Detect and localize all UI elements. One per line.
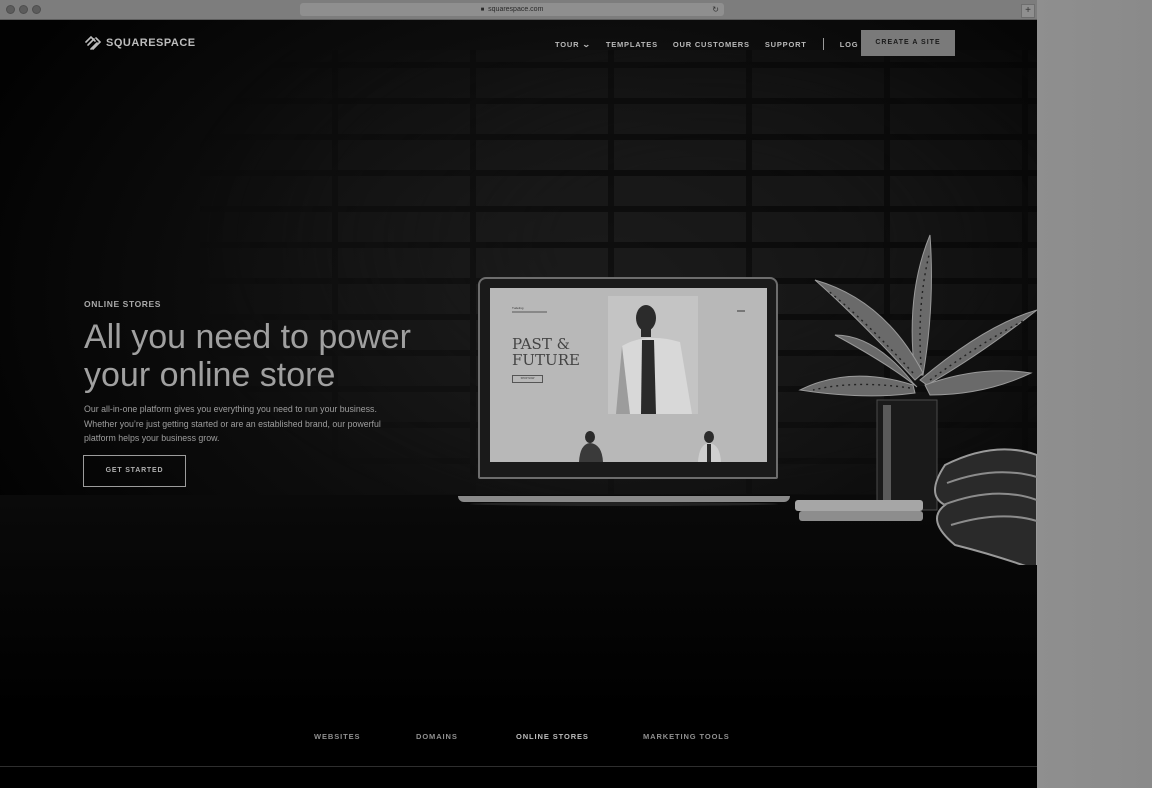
screen-nav [512,311,547,313]
close-window-icon[interactable] [6,5,15,14]
subnav-marketing-tools[interactable]: MARKETING TOOLS [643,732,730,741]
plant-decoration [795,234,1037,565]
hero-section: SQUARESPACE TOUR ⌄ TEMPLATES OUR CUSTOME… [0,20,1037,710]
nav-tour[interactable]: TOUR ⌄ [555,40,591,49]
laptop-shadow [470,502,778,506]
subnav-domains[interactable]: DOMAINS [416,732,458,741]
nav-our-customers[interactable]: OUR CUSTOMERS [673,40,750,49]
screen-headline-line2: FUTURE [512,351,580,369]
hero-eyebrow: ONLINE STORES [84,299,162,309]
minimize-window-icon[interactable] [19,5,28,14]
laptop-screen: Tudeling PAST & FUTURE SHOP NOW [490,288,767,462]
maximize-window-icon[interactable] [32,5,41,14]
screen-headline-line1: PAST & [512,335,570,353]
screen-brand: Tudeling [512,306,524,310]
nav-support[interactable]: SUPPORT [765,40,807,49]
main-nav: TOUR ⌄ TEMPLATES OUR CUSTOMERS SUPPORT L… [555,38,885,50]
product-subnav: WEBSITES DOMAINS ONLINE STORES MARKETING… [0,710,1037,788]
model-photo-small-left [579,431,603,462]
create-a-site-button[interactable]: CREATE A SITE [861,30,955,56]
subnav-divider [0,766,1037,767]
screen-headline: PAST & FUTURE [512,336,580,368]
laptop-image: Tudeling PAST & FUTURE SHOP NOW [478,277,778,479]
lock-icon: ■ [480,7,485,13]
address-bar[interactable]: ■ squarespace.com ↻ [300,3,724,16]
model-photo-small-right [698,431,721,462]
nav-templates[interactable]: TEMPLATES [606,40,658,49]
hero-headline: All you need to power your online store [84,318,411,394]
desktop-background [1037,0,1152,788]
chevron-down-icon: ⌄ [582,39,592,49]
browser-window: ■ squarespace.com ↻ + SQUARESPACE TOUR ⌄… [0,0,1037,788]
get-started-button[interactable]: GET STARTED [83,455,186,487]
screen-shop-button: SHOP NOW [512,375,543,383]
address-bar-url: squarespace.com [488,6,544,13]
squarespace-logo[interactable]: SQUARESPACE [84,36,196,50]
model-photo-main [608,296,698,414]
nav-tour-label: TOUR [555,39,580,49]
squarespace-logo-icon [85,36,102,50]
subnav-websites[interactable]: WEBSITES [314,732,360,741]
browser-titlebar: ■ squarespace.com ↻ + [0,0,1037,20]
nav-divider [822,38,824,50]
screen-cart [737,310,745,312]
logo-text: SQUARESPACE [106,37,196,49]
reload-icon[interactable]: ↻ [712,3,719,16]
hero-description: Our all-in-one platform gives you everyt… [84,404,381,443]
subnav-online-stores[interactable]: ONLINE STORES [516,732,589,741]
new-tab-button[interactable]: + [1021,4,1035,18]
